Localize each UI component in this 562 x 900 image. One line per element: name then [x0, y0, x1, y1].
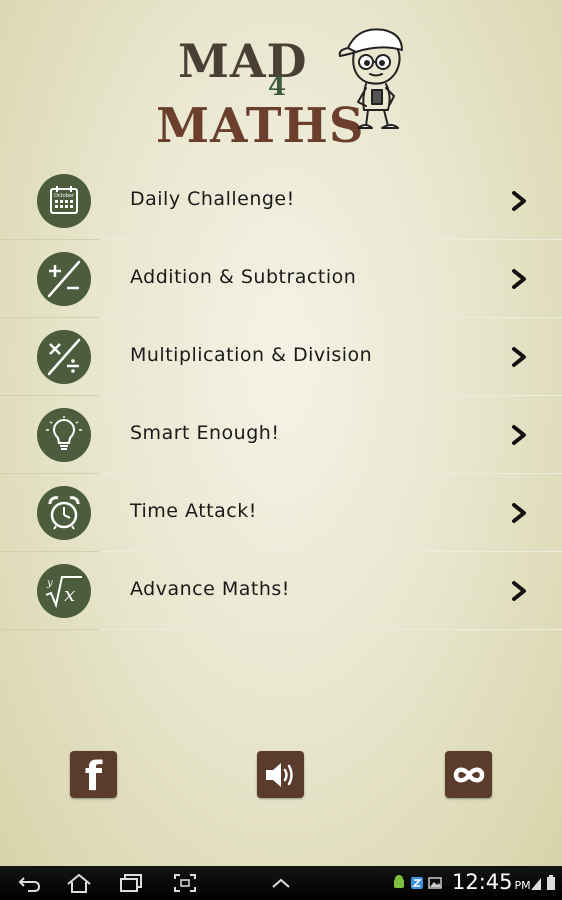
recent-apps-icon[interactable] — [118, 872, 144, 894]
status-clock: 12:45 PM — [452, 870, 531, 894]
more-apps-button[interactable] — [445, 751, 492, 798]
chevron-right-icon — [512, 425, 526, 445]
app-logo: MAD 4 MATHS — [150, 28, 420, 160]
menu-item-daily-challenge[interactable]: October Daily Challenge! — [0, 162, 562, 240]
app-notification-icon — [411, 877, 423, 889]
chevron-right-icon — [512, 503, 526, 523]
svg-text:x: x — [64, 582, 75, 606]
clock-ampm: PM — [514, 879, 531, 892]
chevron-up-icon[interactable] — [268, 872, 294, 894]
mascot-boy-image — [338, 28, 403, 129]
main-menu: October Daily Challenge! Addition & Subt… — [0, 162, 562, 630]
calendar-icon: October — [37, 174, 91, 228]
calendar-month-text: October — [54, 193, 75, 199]
chevron-right-icon — [512, 269, 526, 289]
signal-strength-icon — [531, 878, 541, 890]
back-icon[interactable] — [16, 872, 42, 894]
sound-toggle-button[interactable] — [257, 751, 304, 798]
facebook-icon: f — [84, 753, 103, 800]
chevron-right-icon — [512, 581, 526, 601]
battery-icon — [547, 875, 555, 890]
root-x-icon: y x — [37, 564, 91, 618]
menu-item-advance-maths[interactable]: y x Advance Maths! — [0, 552, 562, 630]
logo-text-mad: MAD — [178, 34, 308, 88]
plus-minus-icon — [37, 252, 91, 306]
image-notification-icon — [428, 877, 442, 889]
android-notification-icon — [394, 875, 404, 888]
menu-item-label: Multiplication & Division — [130, 344, 373, 366]
screenshot-icon[interactable] — [172, 872, 198, 894]
chevron-right-icon — [512, 191, 526, 211]
menu-item-label: Daily Challenge! — [130, 188, 295, 210]
menu-item-multiplication-division[interactable]: Multiplication & Division — [0, 318, 562, 396]
svg-text:y: y — [46, 578, 53, 589]
home-icon[interactable] — [66, 872, 92, 894]
alarm-clock-icon — [37, 486, 91, 540]
clock-time: 12:45 — [452, 870, 513, 894]
facebook-button[interactable]: f — [70, 751, 117, 798]
system-navigation-bar: 12:45 PM — [0, 866, 562, 900]
app-screen: MAD 4 MATHS October Daily Challenge! Add… — [0, 0, 562, 866]
speaker-icon — [265, 762, 293, 787]
menu-item-addition-subtraction[interactable]: Addition & Subtraction — [0, 240, 562, 318]
menu-item-label: Time Attack! — [130, 500, 257, 522]
logo-text-four: 4 — [268, 72, 288, 102]
logo-text-maths: MATHS — [156, 98, 365, 154]
lightbulb-icon — [37, 408, 91, 462]
multiply-divide-icon — [37, 330, 91, 384]
menu-item-time-attack[interactable]: Time Attack! — [0, 474, 562, 552]
menu-item-smart-enough[interactable]: Smart Enough! — [0, 396, 562, 474]
chevron-right-icon — [512, 347, 526, 367]
menu-item-label: Addition & Subtraction — [130, 266, 357, 288]
infinity-icon — [453, 767, 484, 782]
menu-item-label: Smart Enough! — [130, 422, 280, 444]
menu-item-label: Advance Maths! — [130, 578, 290, 600]
